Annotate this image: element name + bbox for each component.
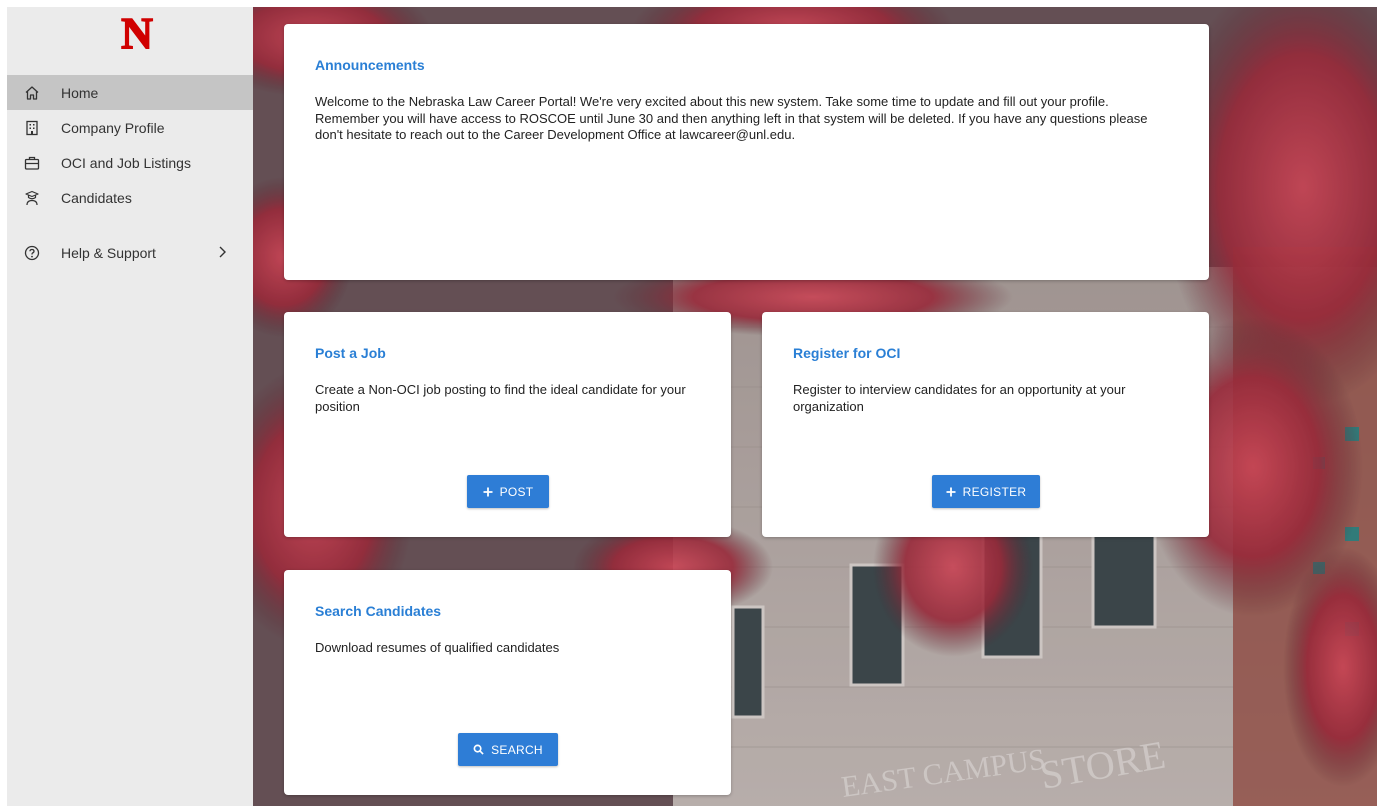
graduate-icon <box>24 190 40 206</box>
register-button[interactable]: REGISTER <box>932 475 1040 508</box>
sidebar-item-help-support[interactable]: Help & Support <box>7 235 253 270</box>
sidebar-item-company-profile[interactable]: Company Profile <box>7 110 253 145</box>
sidebar-item-label: Home <box>61 84 99 101</box>
plus-icon <box>946 487 956 497</box>
announcements-title: Announcements <box>315 57 425 73</box>
briefcase-icon <box>24 155 40 171</box>
post-job-title: Post a Job <box>315 345 386 361</box>
register-button-label: REGISTER <box>962 484 1027 499</box>
svg-text:N: N <box>121 10 153 54</box>
sidebar-nav: Home Company Profile OCI and Job Listing… <box>7 75 253 270</box>
building-icon <box>24 120 40 136</box>
search-icon <box>473 744 484 755</box>
search-candidates-body: Download resumes of qualified candidates <box>315 640 560 655</box>
sidebar-item-label: Candidates <box>61 189 132 206</box>
sidebar-item-home[interactable]: Home <box>7 75 253 110</box>
search-candidates-title: Search Candidates <box>315 603 442 619</box>
sidebar: N Home Company Profile OCI and Job Listi… <box>7 7 253 806</box>
sidebar-item-label: Help & Support <box>61 244 156 261</box>
register-oci-body: Register to interview candidates for an … <box>793 382 1126 414</box>
sidebar-item-candidates[interactable]: Candidates <box>7 180 253 215</box>
search-button-label: SEARCH <box>491 742 543 757</box>
sidebar-item-label: Company Profile <box>61 119 165 136</box>
register-oci-card: Register for OCI Register to interview c… <box>762 312 1209 537</box>
post-job-body: Create a Non-OCI job posting to find the… <box>315 382 686 414</box>
help-circle-icon <box>24 245 40 261</box>
register-oci-title: Register for OCI <box>793 345 901 361</box>
post-job-card: Post a Job Create a Non-OCI job posting … <box>284 312 731 537</box>
plus-icon <box>483 487 493 497</box>
chevron-right-icon[interactable] <box>217 244 229 260</box>
sidebar-item-oci-job-listings[interactable]: OCI and Job Listings <box>7 145 253 180</box>
search-candidates-card: Search Candidates Download resumes of qu… <box>284 570 731 795</box>
search-button[interactable]: SEARCH <box>458 733 558 766</box>
sidebar-item-label: OCI and Job Listings <box>61 154 191 171</box>
post-button[interactable]: POST <box>467 475 549 508</box>
main-content: EAST CAMPUS STORE Announcements Welcome … <box>253 7 1377 806</box>
home-icon <box>24 85 40 101</box>
announcements-card: Announcements Welcome to the Nebraska La… <box>284 24 1209 280</box>
nebraska-logo[interactable]: N <box>115 8 159 59</box>
announcements-body: Welcome to the Nebraska Law Career Porta… <box>315 94 1148 142</box>
post-button-label: POST <box>499 484 534 499</box>
